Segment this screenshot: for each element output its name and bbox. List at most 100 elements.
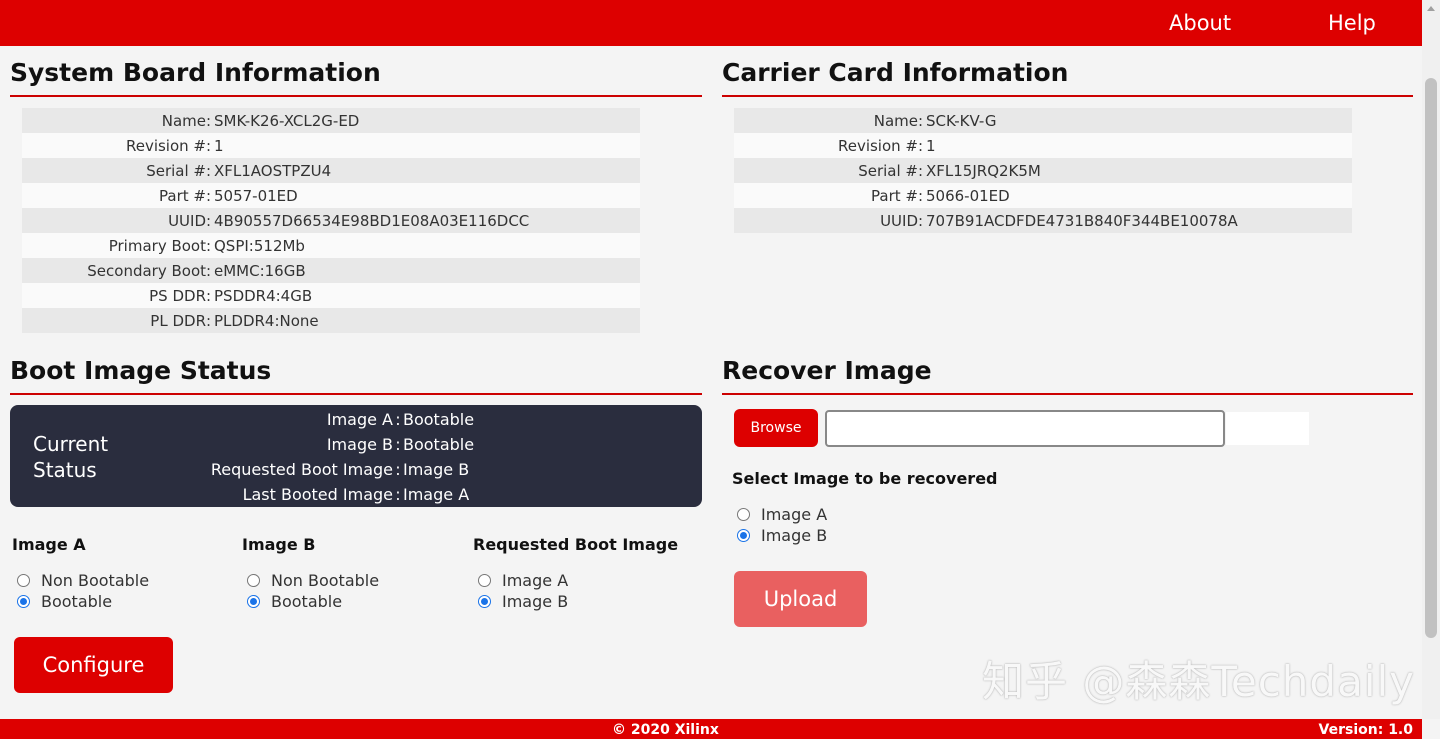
carrier-card-table: Name: SCK-KV-G Revision #:1 Serial #: XFL15J… [734, 108, 1352, 233]
scrollbar-thumb[interactable] [1425, 78, 1437, 638]
info-label: UUID [880, 211, 918, 230]
info-value: 5057-01ED [214, 186, 298, 205]
radio-button[interactable] [737, 508, 750, 521]
info-separator: : [918, 211, 924, 230]
system-board-title: System Board Information [10, 58, 381, 87]
info-value: XFL1AOSTPZU4 [214, 161, 332, 180]
footer-copyright: © 2020 Xilinx [612, 722, 719, 738]
boot-status-divider [10, 393, 702, 395]
info-value: 5066-01ED [926, 186, 1010, 205]
requested-image-b-option[interactable]: Image B [478, 592, 568, 611]
requested-boot-group-title: Requested Boot Image [473, 535, 679, 554]
carrier-card-divider [722, 95, 1413, 97]
radio-button[interactable] [247, 574, 260, 587]
radio-button[interactable] [478, 574, 491, 587]
radio-button-selected[interactable] [478, 595, 491, 608]
info-separator: : [206, 236, 212, 255]
info-separator: : [206, 211, 212, 230]
info-row: Primary Boot: QSPI:512Mb [22, 233, 640, 258]
info-value: 1 [214, 136, 224, 155]
status-line-image-a: Image A: Bootable [326, 410, 475, 429]
info-separator: : [206, 111, 212, 130]
current-status-panel: Current Status Image A: Bootable Image B:… [10, 405, 702, 507]
image-b-group-title: Image B [242, 535, 316, 554]
info-row: Revision #:1 [22, 133, 640, 158]
info-separator: : [918, 161, 924, 180]
file-path-input[interactable] [825, 410, 1225, 447]
info-row: PS DDR: PSDDR4:4GB [22, 283, 640, 308]
radio-button[interactable] [17, 574, 30, 587]
radio-button-selected[interactable] [247, 595, 260, 608]
info-separator: : [918, 186, 924, 205]
info-value: eMMC:16GB [214, 261, 306, 280]
system-board-table: Name: SMK-K26-XCL2G-ED Revision #:1 Serial … [22, 108, 640, 333]
info-label: Name [161, 111, 206, 130]
info-label: Serial # [146, 161, 206, 180]
info-row: Part #:5066-01ED [734, 183, 1352, 208]
footer-version: Version: 1.0 [1318, 722, 1413, 738]
image-a-group-title: Image A [12, 535, 86, 554]
info-row: Serial #: XFL1AOSTPZU4 [22, 158, 640, 183]
info-value: SCK-KV-G [926, 111, 997, 130]
info-separator: : [206, 261, 212, 280]
current-status-label: Current Status [33, 432, 109, 482]
info-row: PL DDR: PLDDR4:None [22, 308, 640, 333]
info-label: Primary Boot [108, 236, 206, 255]
info-row: Part #:5057-01ED [22, 183, 640, 208]
image-b-non-bootable-option[interactable]: Non Bootable [247, 571, 379, 590]
info-row: Serial #: XFL15JRQ2K5M [734, 158, 1352, 183]
system-board-divider [10, 95, 702, 97]
status-line-last-booted: Last Booted Image: Image A [242, 485, 470, 504]
info-label: PS DDR [149, 286, 206, 305]
info-value: 4B90557D66534E98BD1E08A03E116DCC [214, 211, 530, 230]
recover-image-title: Recover Image [722, 356, 932, 385]
footer-bar: © 2020 Xilinx Version: 1.0 [0, 719, 1422, 739]
recover-image-divider [722, 393, 1413, 395]
info-value: 707B91ACDFDE4731B840F344BE10078A [926, 211, 1238, 230]
carrier-card-title: Carrier Card Information [722, 58, 1069, 87]
recover-image-a-option[interactable]: Image A [737, 505, 827, 524]
info-label: Revision # [125, 136, 206, 155]
info-row: Secondary Boot: eMMC:16GB [22, 258, 640, 283]
info-label: Part # [871, 186, 918, 205]
requested-image-a-option[interactable]: Image A [478, 571, 568, 590]
info-row: UUID:707B91ACDFDE4731B840F344BE10078A [734, 208, 1352, 233]
boot-status-title: Boot Image Status [10, 356, 272, 385]
info-separator: : [206, 186, 212, 205]
recover-image-b-option[interactable]: Image B [737, 526, 827, 545]
radio-button-selected[interactable] [737, 529, 750, 542]
vertical-scrollbar[interactable] [1422, 0, 1440, 719]
info-separator: : [206, 286, 212, 305]
info-row: UUID:4B90557D66534E98BD1E08A03E116DCC [22, 208, 640, 233]
watermark-text: 知乎 @森森Techdaily [982, 657, 1416, 706]
image-a-non-bootable-option[interactable]: Non Bootable [17, 571, 149, 590]
radio-button-selected[interactable] [17, 595, 30, 608]
info-label: Serial # [858, 161, 918, 180]
upload-button[interactable]: Upload [734, 571, 867, 627]
info-label: Name [873, 111, 918, 130]
nav-help-link[interactable]: Help [1328, 11, 1376, 35]
top-nav-bar: About Help [0, 0, 1422, 46]
scroll-up-arrow-icon[interactable] [1427, 6, 1435, 11]
info-label: Part # [159, 186, 206, 205]
image-a-bootable-option[interactable]: Bootable [17, 592, 112, 611]
info-row: Name: SMK-K26-XCL2G-ED [22, 108, 640, 133]
info-label: PL DDR [150, 311, 206, 330]
info-value: QSPI:512Mb [214, 236, 305, 255]
info-separator: : [206, 136, 212, 155]
status-line-requested-boot: Requested Boot Image: Image B [210, 460, 470, 479]
info-value: XFL15JRQ2K5M [926, 161, 1041, 180]
info-value: PSDDR4:4GB [214, 286, 313, 305]
info-separator: : [206, 311, 212, 330]
file-input-padding [1226, 412, 1309, 445]
browse-button[interactable]: Browse [734, 409, 818, 447]
info-label: UUID [168, 211, 206, 230]
image-b-bootable-option[interactable]: Bootable [247, 592, 342, 611]
info-value: SMK-K26-XCL2G-ED [214, 111, 360, 130]
nav-about-link[interactable]: About [1169, 11, 1231, 35]
info-row: Revision #:1 [734, 133, 1352, 158]
info-separator: : [918, 136, 924, 155]
info-value: PLDDR4:None [214, 311, 319, 330]
info-label: Revision # [837, 136, 918, 155]
configure-button[interactable]: Configure [14, 637, 173, 693]
